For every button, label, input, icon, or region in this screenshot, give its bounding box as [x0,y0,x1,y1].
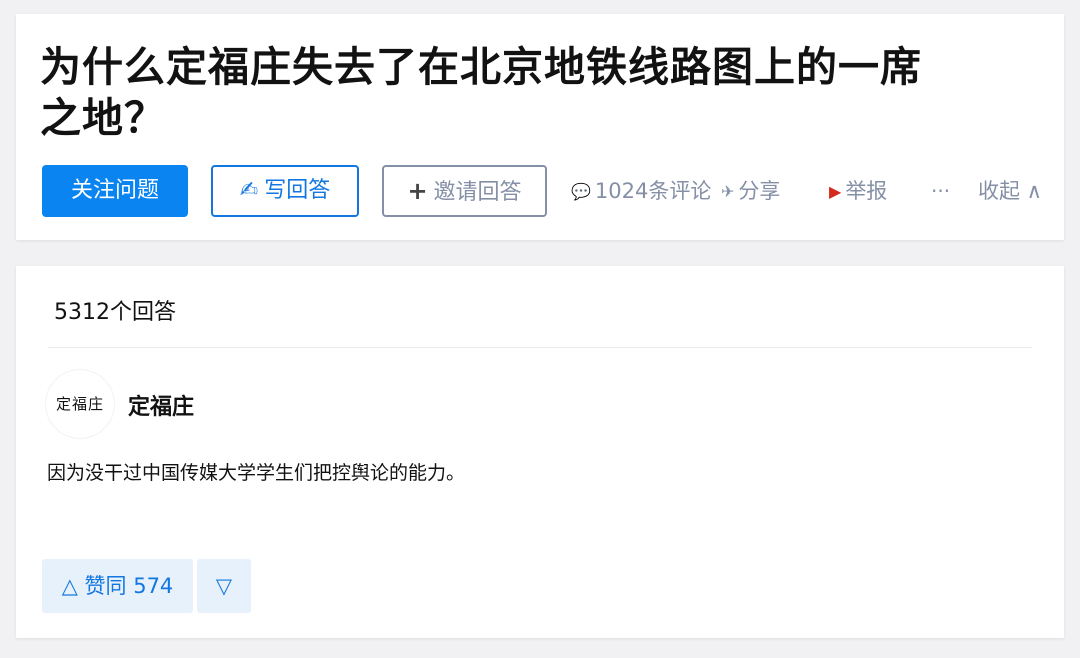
write-answer-label: 写回答 [264,178,331,203]
more-options-button[interactable]: ··· [931,177,950,205]
downvote-button[interactable]: ▽ [197,559,251,613]
invite-answer-button[interactable]: + 邀请回答 [382,165,547,217]
report-button[interactable]: ▶ 举报 [829,177,887,205]
write-answer-button[interactable]: ✍ 写回答 [211,165,359,217]
question-actions: 关注问题 ✍ 写回答 + 邀请回答 💬 1024条评论 ✈ 分享 ▶ 举报 ··· 收起 … [42,165,1058,217]
comment-icon: 💬 [571,182,591,201]
answers-card: 5312个回答 定福庄 定福庄 因为没干过中国传媒大学学生们把控舆论的能力。 △… [16,266,1064,638]
collapse-button[interactable]: 收起 ∧ [978,177,1042,205]
answer-content: 因为没干过中国传媒大学学生们把控舆论的能力。 [47,462,466,484]
pen-icon: ✍ [239,178,259,203]
share-button[interactable]: ✈ 分享 [721,177,780,205]
share-label: 分享 [738,179,781,203]
report-label: 举报 [845,179,888,203]
author-name[interactable]: 定福庄 [128,389,194,421]
question-card: 为什么定福庄失去了在北京地铁线路图上的一席之地？ 关注问题 ✍ 写回答 + 邀请回答… [16,14,1064,240]
answer-count: 5312个回答 [54,300,176,325]
comments-link[interactable]: 💬 1024条评论 [571,177,711,205]
invite-answer-label: 邀请回答 [433,180,522,205]
follow-question-button[interactable]: 关注问题 [42,165,188,217]
flag-icon: ▶ [829,182,842,201]
question-title: 为什么定福庄失去了在北京地铁线路图上的一席之地？ [40,43,922,142]
divider [48,347,1032,348]
comments-label: 1024条评论 [594,179,712,203]
plus-icon: + [407,177,428,205]
upvote-button[interactable]: △ 赞同 574 [42,559,193,613]
avatar[interactable]: 定福庄 [46,370,114,438]
paper-plane-icon: ✈ [721,182,735,201]
